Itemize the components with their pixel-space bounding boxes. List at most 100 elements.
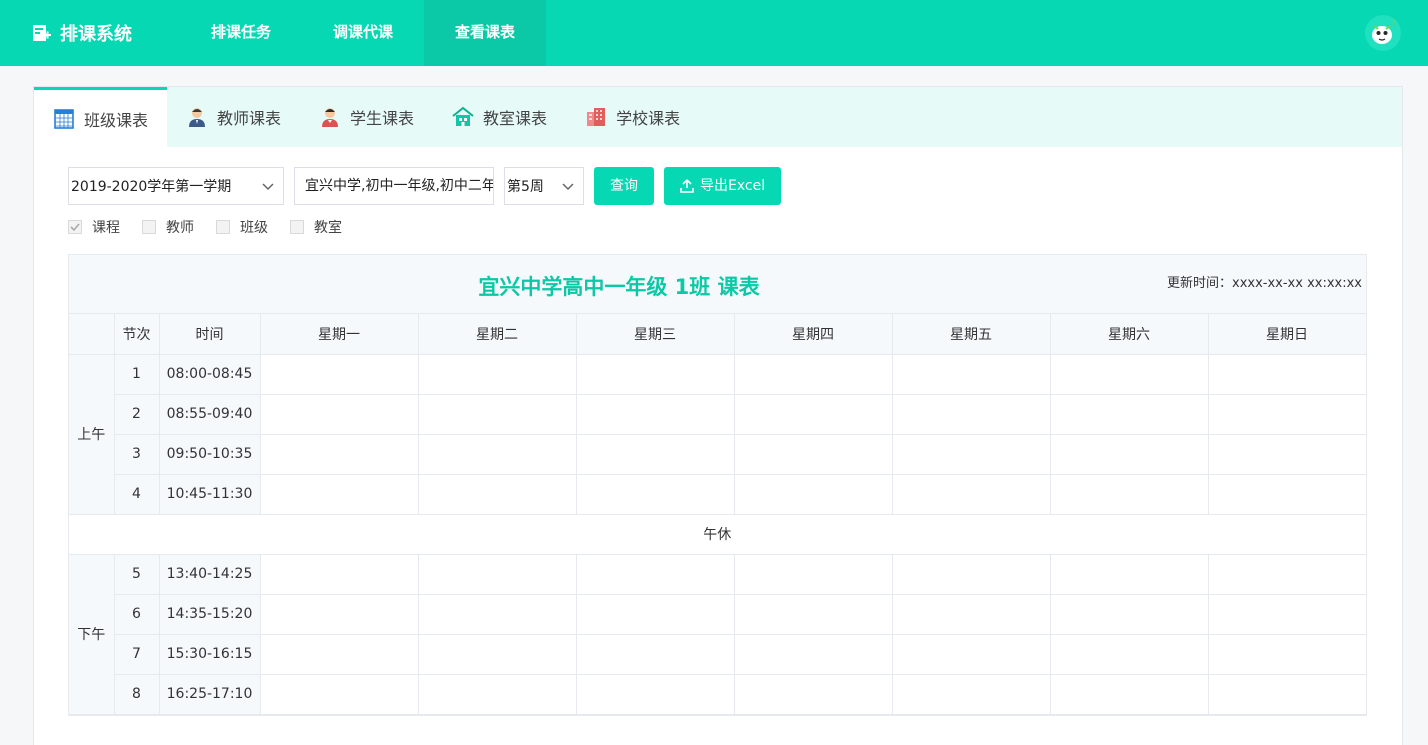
period-number: 5: [114, 554, 160, 595]
lesson-cell[interactable]: [892, 474, 1051, 515]
lesson-cell[interactable]: [892, 354, 1051, 395]
tab-label: 教室课表: [483, 109, 548, 128]
chevron-down-icon: [562, 183, 574, 191]
lesson-cell[interactable]: [1208, 474, 1367, 515]
nav-view-timetable[interactable]: 查看课表: [424, 0, 547, 66]
export-excel-button[interactable]: 导出Excel: [664, 167, 782, 205]
lesson-cell[interactable]: [1050, 674, 1209, 715]
check-label: 课程: [92, 220, 120, 236]
lesson-cell[interactable]: [260, 674, 419, 715]
lesson-cell[interactable]: [734, 674, 893, 715]
lesson-cell[interactable]: [1050, 554, 1209, 595]
corner-cell: [69, 314, 115, 355]
nav-schedule-tasks[interactable]: 排课任务: [180, 0, 302, 66]
lesson-cell[interactable]: [734, 554, 893, 595]
check-teacher[interactable]: 教师: [142, 217, 194, 237]
lesson-cell[interactable]: [576, 554, 735, 595]
period-number: 3: [114, 434, 160, 475]
timetable-title: 宜兴中学高中一年级 1班 课表: [478, 275, 760, 299]
lesson-cell[interactable]: [260, 634, 419, 675]
lesson-cell[interactable]: [734, 434, 893, 475]
lesson-cell[interactable]: [1050, 434, 1209, 475]
tab-teacher-timetable[interactable]: 教师课表: [167, 87, 300, 147]
lesson-cell[interactable]: [1050, 634, 1209, 675]
lesson-cell[interactable]: [418, 674, 577, 715]
checkbox[interactable]: [290, 220, 304, 234]
lesson-cell[interactable]: [260, 554, 419, 595]
lesson-cell[interactable]: [892, 674, 1051, 715]
lesson-cell[interactable]: [576, 394, 735, 435]
week-select[interactable]: 第5周: [504, 167, 584, 205]
lesson-cell[interactable]: [260, 394, 419, 435]
checkbox-checked[interactable]: [68, 220, 82, 234]
lesson-cell[interactable]: [418, 634, 577, 675]
lesson-cell[interactable]: [418, 474, 577, 515]
weekday-header-row: 节次 时间 星期一 星期二 星期三 星期四 星期五 星期六 星期日: [69, 314, 1367, 355]
tab-student-timetable[interactable]: 学生课表: [300, 87, 433, 147]
lesson-cell[interactable]: [1208, 434, 1367, 475]
term-select[interactable]: 2019-2020学年第一学期: [68, 167, 284, 205]
export-label: 导出Excel: [700, 178, 766, 194]
checkbox[interactable]: [142, 220, 156, 234]
lesson-cell[interactable]: [1050, 354, 1209, 395]
lesson-cell[interactable]: [892, 594, 1051, 635]
tab-classroom-timetable[interactable]: 教室课表: [433, 87, 566, 147]
table-row: 4 10:45-11:30: [69, 474, 1367, 515]
classroom-icon: [452, 106, 474, 128]
lesson-cell[interactable]: [418, 594, 577, 635]
lesson-cell[interactable]: [892, 434, 1051, 475]
lesson-cell[interactable]: [892, 554, 1051, 595]
lesson-cell[interactable]: [734, 354, 893, 395]
checkbox[interactable]: [216, 220, 230, 234]
lesson-cell[interactable]: [576, 474, 735, 515]
tab-school-timetable[interactable]: 学校课表: [566, 87, 699, 147]
check-classroom[interactable]: 教室: [290, 217, 342, 237]
lesson-cell[interactable]: [1208, 634, 1367, 675]
lesson-cell[interactable]: [1050, 594, 1209, 635]
lesson-cell[interactable]: [734, 594, 893, 635]
period-time: 08:00-08:45: [159, 354, 261, 395]
tab-label: 学生课表: [350, 109, 415, 128]
check-class[interactable]: 班级: [216, 217, 268, 237]
lesson-cell[interactable]: [1050, 394, 1209, 435]
timetable: 宜兴中学高中一年级 1班 课表 更新时间：xxxx-xx-xx xx:xx:xx…: [68, 254, 1367, 716]
nav-adjust-substitute[interactable]: 调课代课: [302, 0, 424, 66]
timetable-panel: 班级课表 教师课表 学生课表 教室课表 学校课表 2019-2020学年第一学期…: [33, 86, 1403, 745]
period-time: 10:45-11:30: [159, 474, 261, 515]
lesson-cell[interactable]: [1208, 674, 1367, 715]
class-input[interactable]: 宜兴中学,初中一年级,初中二年: [294, 167, 494, 205]
tab-class-timetable[interactable]: 班级课表: [34, 87, 168, 147]
lesson-cell[interactable]: [576, 434, 735, 475]
lesson-cell[interactable]: [892, 394, 1051, 435]
lesson-cell[interactable]: [734, 394, 893, 435]
lesson-cell[interactable]: [892, 634, 1051, 675]
user-avatar-icon[interactable]: ?: [1364, 14, 1402, 52]
check-course[interactable]: 课程: [68, 217, 120, 237]
lesson-cell[interactable]: [1208, 354, 1367, 395]
period-number: 7: [114, 634, 160, 675]
lesson-cell[interactable]: [576, 634, 735, 675]
lesson-cell[interactable]: [260, 474, 419, 515]
lesson-cell[interactable]: [576, 594, 735, 635]
lesson-cell[interactable]: [734, 474, 893, 515]
lesson-cell[interactable]: [1050, 474, 1209, 515]
lesson-cell[interactable]: [260, 594, 419, 635]
lesson-cell[interactable]: [418, 394, 577, 435]
lunch-break: 午休: [69, 514, 1367, 555]
school-icon: [585, 106, 607, 128]
lesson-cell[interactable]: [260, 434, 419, 475]
lesson-cell[interactable]: [418, 554, 577, 595]
lesson-cell[interactable]: [418, 354, 577, 395]
query-button[interactable]: 查询: [594, 167, 654, 205]
day-header: 星期五: [892, 314, 1051, 355]
lesson-cell[interactable]: [418, 434, 577, 475]
lesson-cell[interactable]: [734, 634, 893, 675]
lesson-cell[interactable]: [576, 354, 735, 395]
lesson-cell[interactable]: [1208, 554, 1367, 595]
update-time: 更新时间：xxxx-xx-xx xx:xx:xx: [1167, 276, 1362, 291]
table-row: 6 14:35-15:20: [69, 594, 1367, 635]
lesson-cell[interactable]: [1208, 594, 1367, 635]
lesson-cell[interactable]: [576, 674, 735, 715]
lesson-cell[interactable]: [1208, 394, 1367, 435]
lesson-cell[interactable]: [260, 354, 419, 395]
